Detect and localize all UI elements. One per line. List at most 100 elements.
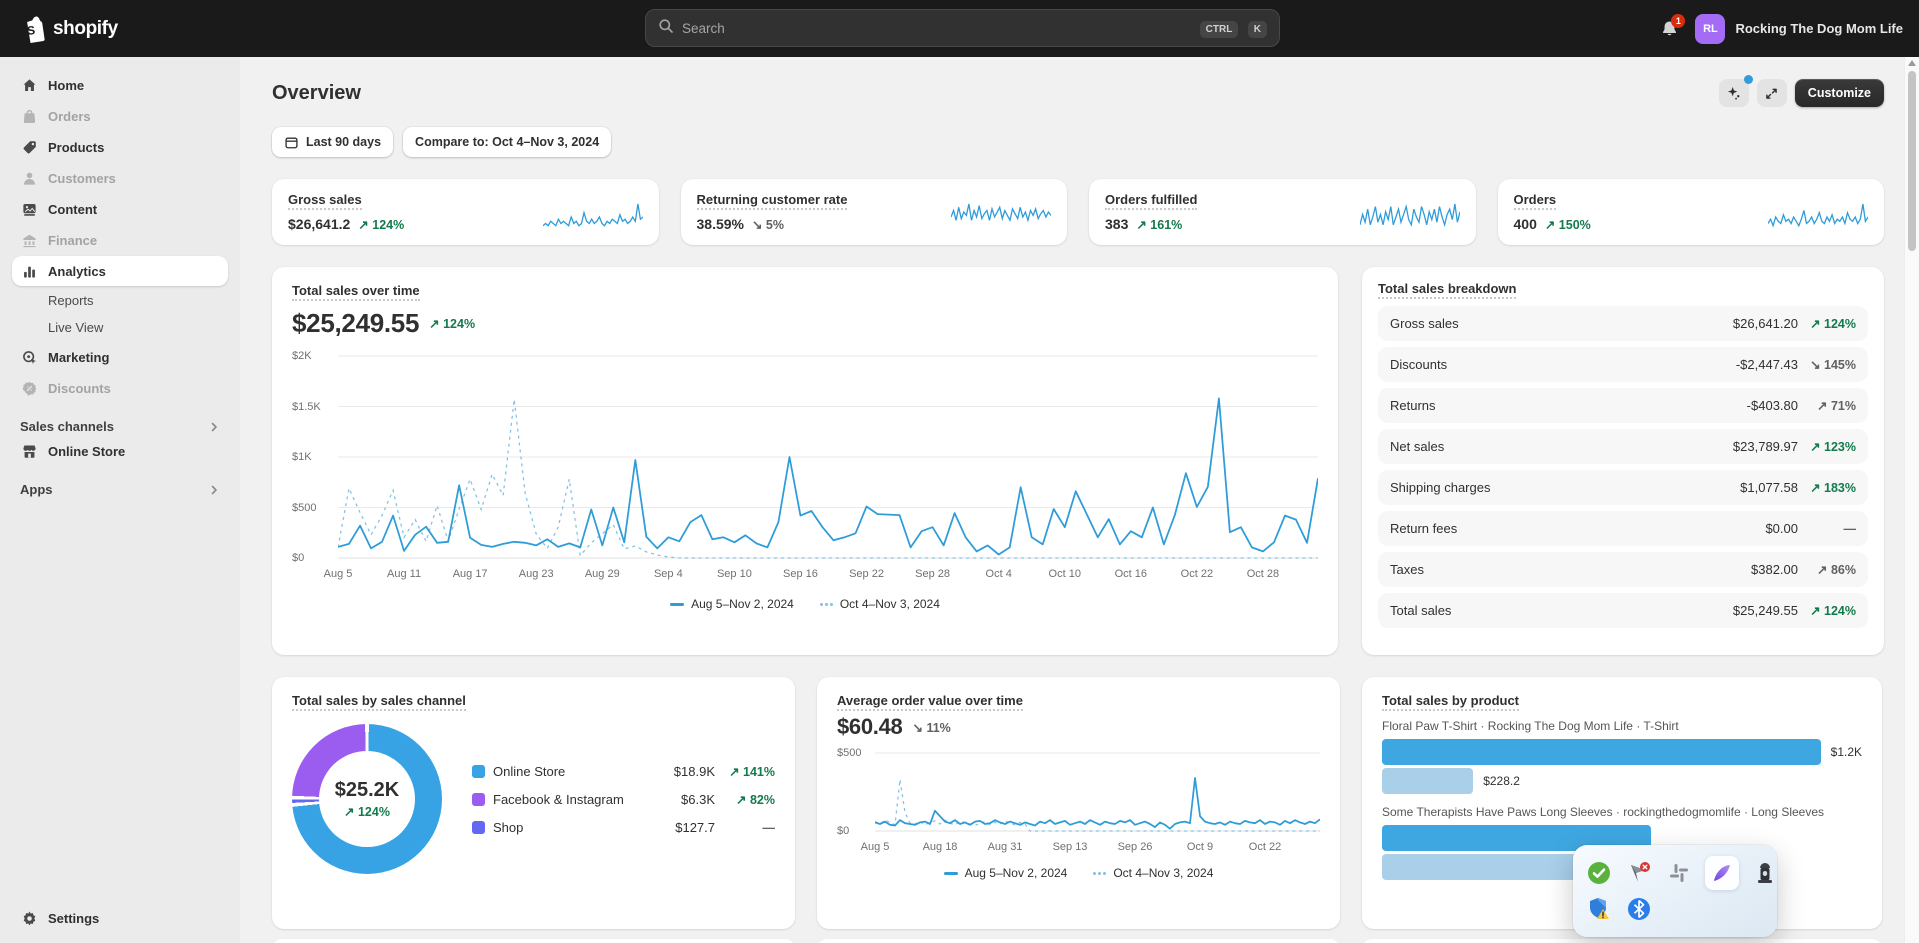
sidebar-item-content[interactable]: Content (12, 194, 228, 224)
shopify-logo[interactable]: S shopify (20, 15, 118, 43)
check-badge-icon[interactable] (1585, 859, 1613, 887)
customize-button[interactable]: Customize (1795, 79, 1884, 107)
breakdown-label: Discounts (1390, 357, 1736, 372)
channel-legend-online-store[interactable]: Online Store$18.9K↗ 141% (472, 764, 775, 779)
sidebar: HomeOrdersProductsCustomersContentFinanc… (0, 57, 240, 943)
page-title: Overview (272, 82, 361, 105)
breakdown-row-shipping-charges[interactable]: Shipping charges$1,077.58↗ 183% (1378, 470, 1868, 505)
date-range-button[interactable]: Last 90 days (272, 127, 393, 157)
pinwheel-icon[interactable] (1665, 859, 1693, 887)
sidebar-section-apps[interactable]: Apps (14, 482, 226, 497)
avatar[interactable]: RL (1695, 14, 1725, 44)
breakdown-row-net-sales[interactable]: Net sales$23,789.97↗ 123% (1378, 429, 1868, 464)
x-tick: Sep 4 (654, 568, 683, 580)
sidebar-item-label: Analytics (48, 264, 106, 279)
shield-warning-icon[interactable] (1585, 895, 1613, 923)
compare-button[interactable]: Compare to: Oct 4–Nov 3, 2024 (403, 127, 611, 157)
sidebar-item-products[interactable]: Products (12, 132, 228, 162)
breakdown-change: ↘ 145% (1810, 358, 1856, 372)
breakdown-row-total-sales[interactable]: Total sales$25,249.55↗ 124% (1378, 593, 1868, 628)
sidebar-item-reports[interactable]: Reports (12, 287, 228, 314)
x-tick: Aug 5 (861, 841, 890, 853)
x-tick: Oct 9 (1187, 841, 1213, 853)
sidebar-section-sales-channels[interactable]: Sales channels (14, 419, 226, 434)
breakdown-row-return-fees[interactable]: Return fees$0.00— (1378, 511, 1868, 546)
svg-text:S: S (26, 23, 35, 38)
breakdown-title[interactable]: Total sales breakdown (1378, 281, 1868, 296)
metric-value: 400 (1514, 216, 1537, 232)
legend-item: Oct 4–Nov 3, 2024 (1093, 866, 1213, 880)
metric-sparkline (543, 202, 643, 232)
y-tick: $500 (837, 747, 861, 759)
main-content: Overview Customize Last 90 days (272, 57, 1884, 943)
sidebar-item-orders[interactable]: Orders (12, 101, 228, 131)
sidebar-item-marketing[interactable]: Marketing (12, 342, 228, 372)
shopify-bag-icon: S (20, 15, 46, 43)
notifications-button[interactable]: 1 (1653, 13, 1685, 45)
sidebar-item-online-store[interactable]: Online Store (12, 436, 228, 466)
k-key-badge: K (1248, 21, 1267, 38)
total-sales-value: $25,249.55 (292, 308, 419, 339)
breakdown-row-gross-sales[interactable]: Gross sales$26,641.20↗ 124% (1378, 306, 1868, 341)
breakdown-row-taxes[interactable]: Taxes$382.00↗ 86% (1378, 552, 1868, 587)
search-icon (658, 18, 674, 39)
sidebar-item-live-view[interactable]: Live View (12, 314, 228, 341)
chart-title[interactable]: Total sales over time (292, 283, 1318, 298)
x-tick: Sep 28 (915, 568, 950, 580)
channel-change: ↗ 82% (736, 793, 775, 807)
feather-pen-icon[interactable] (1705, 856, 1739, 890)
x-tick: Sep 16 (783, 568, 818, 580)
metric-change: ↘ 5% (752, 217, 784, 232)
bar-value-label: $1.2K (1831, 745, 1862, 759)
breakdown-label: Gross sales (1390, 316, 1733, 331)
total-sales-breakdown-card: Total sales breakdown Gross sales$26,641… (1362, 267, 1884, 655)
products-title[interactable]: Total sales by product (1382, 693, 1862, 708)
vertical-scrollbar[interactable] (1904, 57, 1919, 943)
products-icon (20, 138, 38, 156)
shopify-admin-window: S shopify Search CTRL K 1 RL Rocking The… (0, 0, 1919, 943)
channel-legend-facebook-instagram[interactable]: Facebook & Instagram $6.3K ↗ 82% (472, 792, 775, 807)
donut-center: $25.2K ↗ 124% (319, 751, 415, 847)
total-sales-line-chart[interactable] (338, 353, 1318, 561)
metric-card-orders[interactable]: Orders400↗ 150% (1498, 179, 1885, 245)
metric-card-orders-fulfilled[interactable]: Orders fulfilled383↗ 161% (1089, 179, 1476, 245)
aov-title[interactable]: Average order value over time (837, 693, 1320, 708)
sidebar-item-label: Settings (48, 911, 99, 926)
breakdown-row-discounts[interactable]: Discounts-$2,447.43↘ 145% (1378, 347, 1868, 382)
expand-button[interactable] (1757, 79, 1787, 107)
scroll-up-arrow[interactable] (1908, 60, 1916, 66)
y-tick: $0 (837, 825, 849, 837)
breakdown-row-returns[interactable]: Returns-$403.80↗ 71% (1378, 388, 1868, 423)
channel-value: $6.3K (663, 792, 715, 807)
sidebar-item-discounts[interactable]: Discounts (12, 373, 228, 403)
product-floral-paw-t-shirt[interactable]: Floral Paw T-Shirt · Rocking The Dog Mom… (1382, 719, 1862, 794)
channel-title[interactable]: Total sales by sales channel (292, 693, 775, 708)
total-sales-over-time-card: Total sales over time $25,249.55 ↗ 124% … (272, 267, 1338, 655)
channel-donut-chart[interactable]: $25.2K ↗ 124% (292, 724, 442, 874)
sidebar-item-finance[interactable]: Finance (12, 225, 228, 255)
sidebar-item-customers[interactable]: Customers (12, 163, 228, 193)
x-tick: Oct 22 (1249, 841, 1281, 853)
ctrl-key-badge: CTRL (1200, 21, 1239, 38)
metric-change: ↗ 150% (1545, 217, 1591, 232)
scrollbar-thumb[interactable] (1908, 71, 1916, 251)
sidebar-item-home[interactable]: Home (12, 70, 228, 100)
channel-label: Facebook & Instagram (493, 792, 655, 807)
metric-change: ↗ 161% (1136, 217, 1182, 232)
insights-button[interactable] (1719, 79, 1749, 107)
flag-error-icon[interactable] (1625, 859, 1653, 887)
brand-wordmark: shopify (53, 18, 118, 40)
store-name[interactable]: Rocking The Dog Mom Life (1735, 21, 1903, 36)
channel-legend-shop[interactable]: Shop$127.7— (472, 820, 775, 835)
bluetooth-icon[interactable] (1625, 895, 1653, 923)
x-tick: Sep 26 (1118, 841, 1153, 853)
fire-hydrant-icon[interactable] (1751, 859, 1779, 887)
popup-icon-row (1585, 855, 1765, 891)
sidebar-item-analytics[interactable]: Analytics (12, 256, 228, 286)
search-input[interactable]: Search CTRL K (645, 9, 1280, 47)
aov-line-chart[interactable] (875, 750, 1320, 834)
sidebar-item-settings[interactable]: Settings (12, 903, 228, 933)
metric-card-returning-customer-rate[interactable]: Returning customer rate38.59%↘ 5% (681, 179, 1068, 245)
topbar: S shopify Search CTRL K 1 RL Rocking The… (0, 0, 1919, 57)
metric-card-gross-sales[interactable]: Gross sales$26,641.2↗ 124% (272, 179, 659, 245)
